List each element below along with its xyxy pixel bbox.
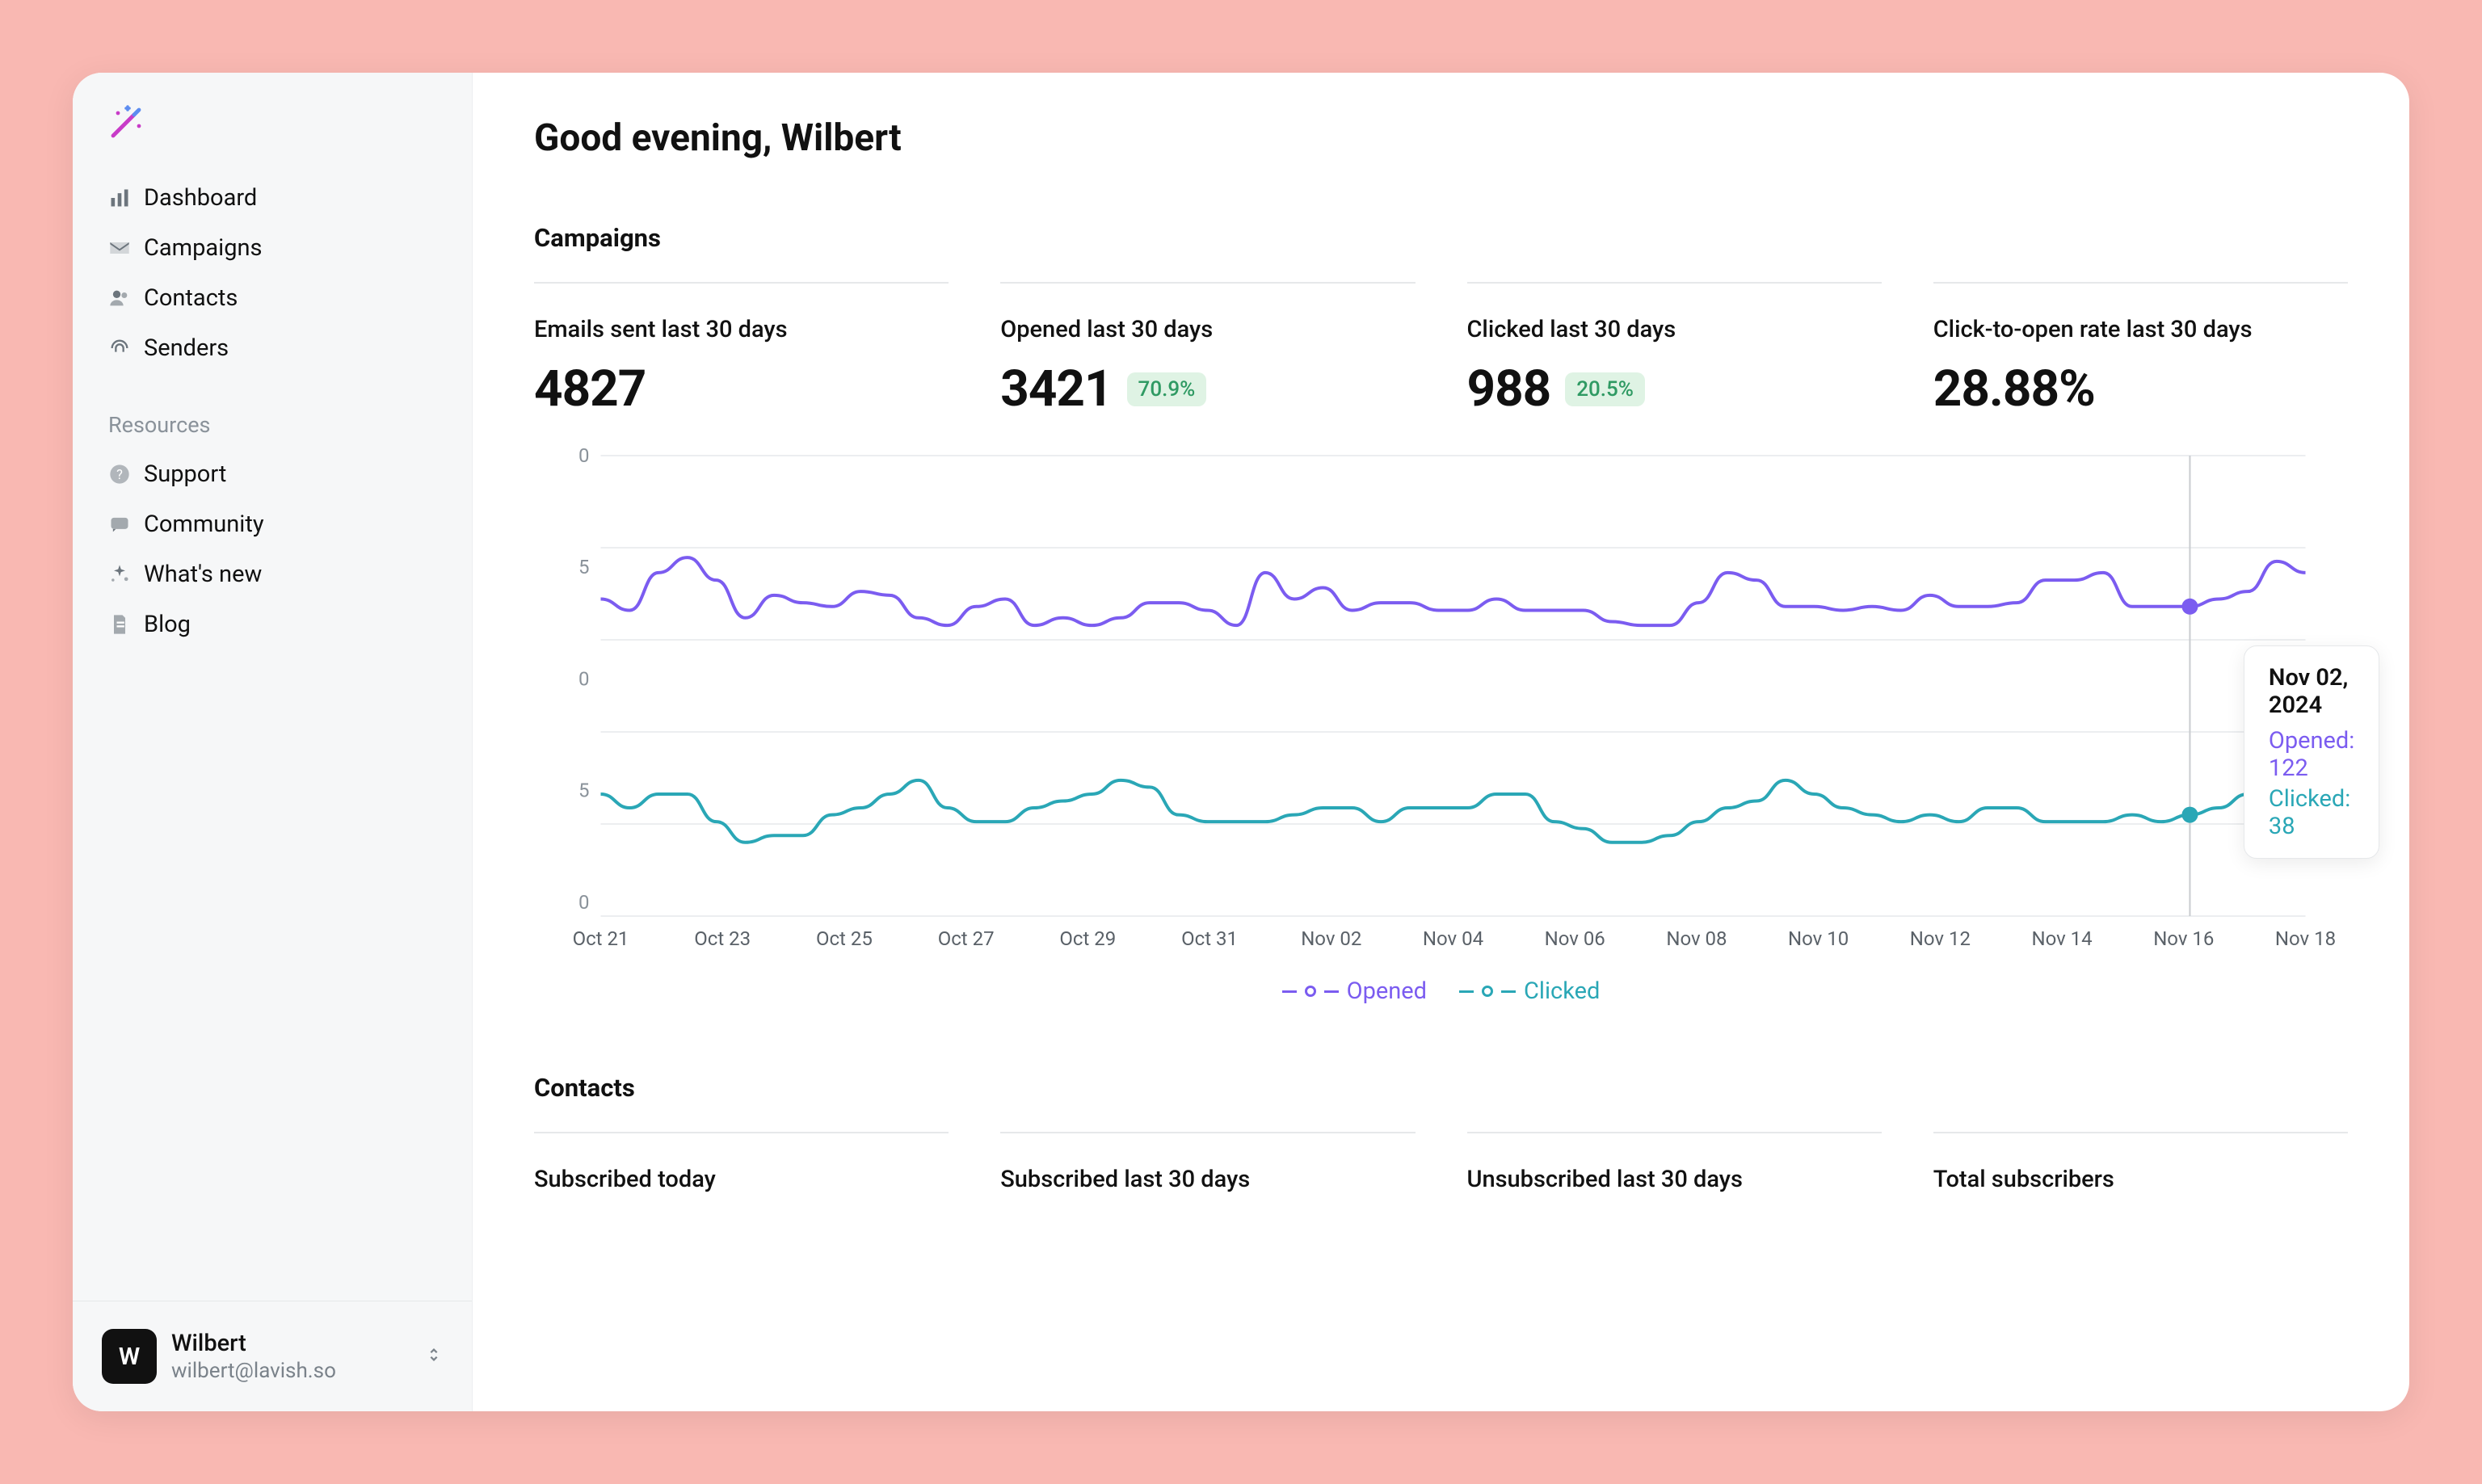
stat-label: Unsubscribed last 30 days bbox=[1467, 1166, 1882, 1193]
fingerprint-icon bbox=[108, 337, 144, 359]
campaigns-stats: Emails sent last 30 days 4827 Opened las… bbox=[534, 282, 2348, 418]
document-icon bbox=[108, 613, 144, 636]
sidebar-item-label: Contacts bbox=[144, 284, 238, 312]
chart-tooltip: Nov 02, 2024 Opened: 122 Clicked: 38 bbox=[2244, 645, 2379, 859]
wand-icon bbox=[108, 102, 147, 141]
svg-text:5: 5 bbox=[578, 780, 590, 802]
contacts-stats: Subscribed today Subscribed last 30 days… bbox=[534, 1132, 2348, 1209]
stat-value: 4827 bbox=[534, 359, 646, 418]
svg-text:0: 0 bbox=[578, 667, 590, 690]
svg-text:5: 5 bbox=[578, 556, 590, 578]
help-icon: ? bbox=[108, 463, 144, 486]
stat-label: Subscribed last 30 days bbox=[1000, 1166, 1415, 1193]
sidebar-item-label: Campaigns bbox=[144, 234, 262, 262]
svg-text:Oct 27: Oct 27 bbox=[938, 927, 995, 950]
primary-nav: Dashboard Campaigns Contacts Senders bbox=[73, 163, 472, 373]
sparkles-icon bbox=[108, 563, 144, 586]
stat-opened: Opened last 30 days 3421 70.9% bbox=[1000, 282, 1415, 418]
sidebar: Dashboard Campaigns Contacts Senders bbox=[73, 73, 473, 1411]
campaigns-title: Campaigns bbox=[534, 223, 2348, 253]
stat-subscribed-today: Subscribed today bbox=[534, 1132, 949, 1209]
svg-text:Oct 29: Oct 29 bbox=[1059, 927, 1116, 950]
sidebar-item-senders[interactable]: Senders bbox=[87, 323, 457, 373]
sidebar-item-label: Support bbox=[144, 460, 226, 488]
svg-text:Oct 23: Oct 23 bbox=[694, 927, 751, 950]
legend-label: Clicked bbox=[1524, 977, 1600, 1005]
page-title: Good evening, Wilbert bbox=[534, 116, 2348, 160]
main-content: Good evening, Wilbert Campaigns Emails s… bbox=[473, 73, 2409, 1411]
resources-label: Resources bbox=[73, 373, 472, 449]
stat-value: 988 bbox=[1467, 359, 1551, 418]
svg-text:Nov 02: Nov 02 bbox=[1301, 927, 1361, 950]
sidebar-item-contacts[interactable]: Contacts bbox=[87, 273, 457, 323]
status-badge: 70.9% bbox=[1127, 372, 1207, 406]
stat-label: Total subscribers bbox=[1933, 1166, 2348, 1193]
stat-value: 28.88% bbox=[1933, 359, 2095, 418]
sidebar-item-label: Senders bbox=[144, 334, 229, 362]
sidebar-item-label: Blog bbox=[144, 611, 191, 638]
sidebar-item-support[interactable]: ? Support bbox=[87, 449, 457, 499]
svg-text:Nov 06: Nov 06 bbox=[1545, 927, 1605, 950]
svg-text:Nov 12: Nov 12 bbox=[1910, 927, 1971, 950]
svg-text:Nov 14: Nov 14 bbox=[2031, 927, 2092, 950]
sidebar-item-whatsnew[interactable]: What's new bbox=[87, 549, 457, 599]
tooltip-opened: Opened: 122 bbox=[2269, 727, 2354, 782]
sidebar-item-community[interactable]: Community bbox=[87, 499, 457, 549]
envelope-icon bbox=[108, 237, 144, 259]
tooltip-clicked: Clicked: 38 bbox=[2269, 785, 2354, 840]
sidebar-item-label: Community bbox=[144, 511, 264, 538]
legend-opened[interactable]: Opened bbox=[1282, 977, 1427, 1005]
legend-clicked[interactable]: Clicked bbox=[1459, 977, 1600, 1005]
status-badge: 20.5% bbox=[1565, 372, 1645, 406]
user-menu[interactable]: W Wilbert wilbert@lavish.so bbox=[73, 1301, 472, 1411]
stat-unsubscribed-30: Unsubscribed last 30 days bbox=[1467, 1132, 1882, 1209]
campaigns-chart: 0 5 0 5 0 Oct 21 Oct 23 Oct 25 Oct 27 Oct 29 Oct 3… bbox=[534, 448, 2348, 1005]
contacts-title: Contacts bbox=[534, 1073, 2348, 1103]
sidebar-item-label: What's new bbox=[144, 561, 262, 588]
stat-ctor: Click-to-open rate last 30 days 28.88% bbox=[1933, 282, 2348, 418]
user-email: wilbert@lavish.so bbox=[171, 1359, 336, 1383]
resources-nav: ? Support Community What's new bbox=[73, 449, 472, 650]
avatar: W bbox=[102, 1329, 157, 1384]
stat-total-subscribers: Total subscribers bbox=[1933, 1132, 2348, 1209]
stat-subscribed-30: Subscribed last 30 days bbox=[1000, 1132, 1415, 1209]
stat-value: 3421 bbox=[1000, 359, 1112, 418]
svg-text:0: 0 bbox=[578, 891, 590, 914]
svg-text:Nov 08: Nov 08 bbox=[1666, 927, 1727, 950]
contacts-section: Contacts Subscribed today Subscribed las… bbox=[534, 1073, 2348, 1209]
svg-text:?: ? bbox=[116, 467, 123, 482]
stat-label: Opened last 30 days bbox=[1000, 316, 1415, 343]
svg-text:Oct 31: Oct 31 bbox=[1181, 927, 1238, 950]
chevron-updown-icon bbox=[425, 1346, 443, 1367]
tooltip-date: Nov 02, 2024 bbox=[2269, 664, 2354, 719]
stat-label: Click-to-open rate last 30 days bbox=[1933, 316, 2348, 343]
users-icon bbox=[108, 287, 144, 309]
svg-text:Nov 10: Nov 10 bbox=[1788, 927, 1849, 950]
svg-text:Oct 25: Oct 25 bbox=[816, 927, 873, 950]
chat-icon bbox=[108, 513, 144, 536]
sidebar-item-campaigns[interactable]: Campaigns bbox=[87, 223, 457, 273]
stat-emails-sent: Emails sent last 30 days 4827 bbox=[534, 282, 949, 418]
chart-legend: Opened Clicked bbox=[534, 965, 2348, 1005]
line-chart-svg: 0 5 0 5 0 Oct 21 Oct 23 Oct 25 Oct 27 Oct 29 Oct 3… bbox=[534, 448, 2348, 965]
svg-text:Nov 04: Nov 04 bbox=[1423, 927, 1483, 950]
sidebar-item-blog[interactable]: Blog bbox=[87, 599, 457, 650]
svg-text:Nov 18: Nov 18 bbox=[2275, 927, 2336, 950]
svg-text:Oct 21: Oct 21 bbox=[573, 927, 629, 950]
bar-chart-icon bbox=[108, 187, 144, 209]
user-name: Wilbert bbox=[171, 1330, 336, 1357]
sidebar-item-dashboard[interactable]: Dashboard bbox=[87, 173, 457, 223]
stat-clicked: Clicked last 30 days 988 20.5% bbox=[1467, 282, 1882, 418]
sidebar-item-label: Dashboard bbox=[144, 184, 257, 212]
svg-text:0: 0 bbox=[578, 448, 590, 467]
legend-label: Opened bbox=[1347, 977, 1427, 1005]
svg-text:Nov 16: Nov 16 bbox=[2153, 927, 2214, 950]
campaigns-section: Campaigns Emails sent last 30 days 4827 … bbox=[534, 223, 2348, 1005]
stat-label: Emails sent last 30 days bbox=[534, 316, 949, 343]
app-window: Dashboard Campaigns Contacts Senders bbox=[73, 73, 2409, 1411]
app-logo bbox=[73, 73, 472, 163]
stat-label: Clicked last 30 days bbox=[1467, 316, 1882, 343]
stat-label: Subscribed today bbox=[534, 1166, 949, 1193]
